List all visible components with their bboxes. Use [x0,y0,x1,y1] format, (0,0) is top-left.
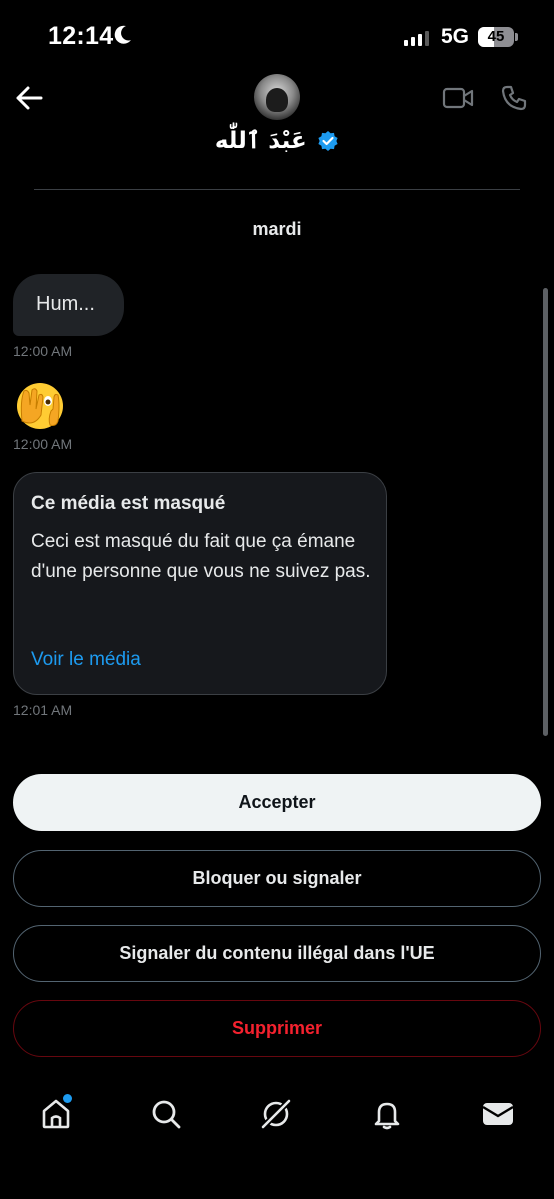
contact-name[interactable]: عَبْدَ ٱللّٰه [0,128,554,154]
contact-name-text: عَبْدَ ٱللّٰه [214,128,307,154]
media-title: Ce média est masqué [31,493,226,514]
notifications-icon [374,1102,400,1130]
status-bar: 12:14 5G 45 [0,0,554,70]
home-notification-dot [63,1094,72,1103]
tab-grok[interactable] [256,1094,296,1134]
emoji-message[interactable] [14,381,66,431]
face-peeking-icon [17,383,63,429]
video-call-icon[interactable] [442,86,474,110]
message-timestamp: 12:01 AM [13,702,73,718]
delete-button[interactable]: Supprimer [13,1000,541,1057]
search-icon [152,1100,181,1129]
accept-button[interactable]: Accepter [13,774,541,831]
day-separator: mardi [252,219,302,239]
hidden-media-card[interactable]: Ce média est masqué Ceci est masqué du f… [13,472,387,695]
network-label: 5G [441,25,470,48]
tab-notifications[interactable] [367,1094,407,1134]
message-bubble[interactable]: Hum... [13,274,124,336]
tab-messages[interactable] [478,1094,518,1134]
media-description: Ceci est masqué du fait que ça émane d'u… [31,531,371,582]
moon-icon [114,25,131,44]
header-divider [34,189,520,190]
message-timestamp: 12:00 AM [13,436,73,452]
avatar[interactable] [254,74,300,120]
scrollbar[interactable] [543,288,548,736]
message-timestamp: 12:00 AM [13,343,73,359]
battery-icon: 45 [478,27,514,47]
view-media-link[interactable]: Voir le média [31,649,141,671]
grok-icon [260,1098,292,1130]
back-arrow-icon[interactable] [14,84,44,112]
status-time: 12:14 [48,22,114,50]
tab-search[interactable] [146,1094,186,1134]
block-or-report-button[interactable]: Bloquer ou signaler [13,850,541,907]
verified-badge-icon [318,131,338,151]
report-illegal-content-button[interactable]: Signaler du contenu illégal dans l'UE [13,925,541,982]
battery-level: 45 [487,28,505,45]
signal-icon [404,30,429,46]
phone-call-icon[interactable] [500,84,528,112]
messages-icon [482,1103,514,1125]
battery-cap [515,33,518,41]
